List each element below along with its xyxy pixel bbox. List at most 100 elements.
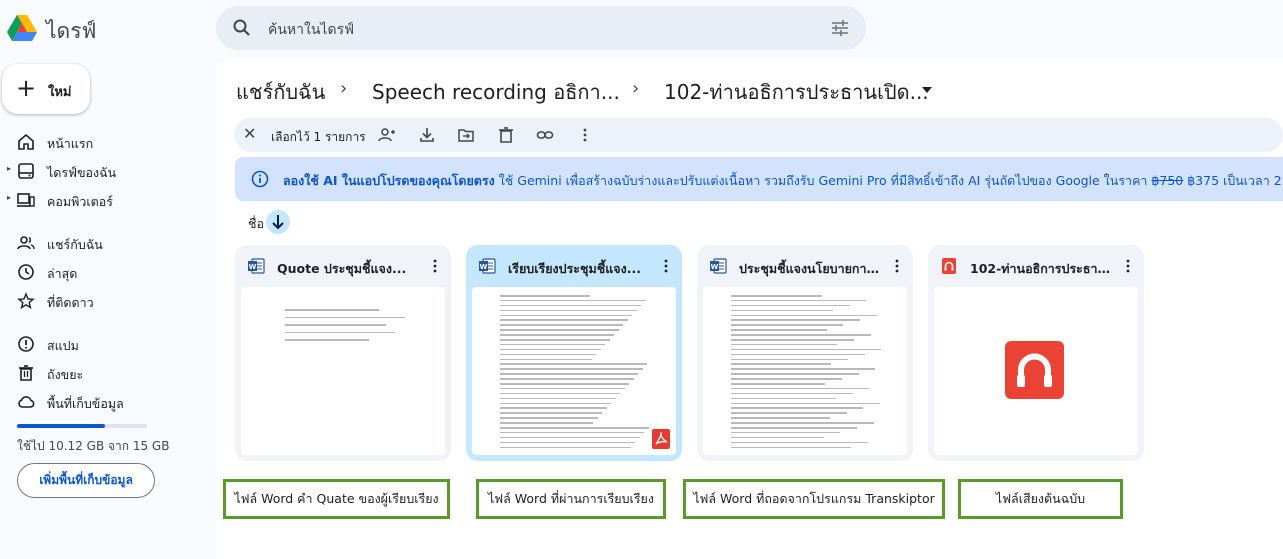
svg-text:W: W [711,263,719,271]
arrow-down-icon [272,215,284,230]
gemini-promo-banner[interactable]: ลองใช้ AI ในแอปโปรดของคุณโดยตรง ใช้ Gemi… [235,157,1283,201]
document-text-line [500,329,619,331]
storage-progress-fill [17,424,105,428]
document-text-line [500,353,596,356]
delete-trash-icon[interactable] [497,126,515,144]
more-options-icon[interactable] [1120,256,1136,276]
search-icon [233,19,250,36]
file-name: Quote ประชุมชี้แจง... [277,261,407,276]
dropdown-arrow-icon[interactable] [921,86,933,94]
document-text-line [731,353,865,356]
spam-icon [18,336,34,352]
document-text-line [731,417,830,419]
link-icon[interactable] [536,126,554,144]
document-text-line [500,431,644,434]
computer-icon [17,193,35,207]
sort-label[interactable]: ชื่อ [248,214,264,234]
document-text-line [500,441,635,444]
more-options-icon[interactable] [889,256,905,276]
document-text-line [500,378,634,380]
file-thumbnail [934,287,1138,455]
star-icon [17,292,35,309]
sidebar-item-computers[interactable]: ▸ คอมพิวเตอร์ [0,187,200,213]
headphones-icon [1005,341,1064,399]
sort-direction-button[interactable] [266,210,290,234]
document-text-line [500,309,637,312]
annotation-label: ไฟล์ Word ที่ผ่านการเรียบเรียง [476,479,666,519]
breadcrumb-item[interactable]: Speech recording อธิกา... [372,76,620,108]
document-text-line [731,392,853,395]
document-text-line [731,309,833,312]
share-add-person-icon[interactable] [378,126,396,144]
move-to-folder-icon[interactable] [457,126,475,144]
more-options-icon[interactable] [658,256,674,276]
document-text-line [500,392,620,395]
document-text-line [731,363,832,365]
info-icon [251,170,269,188]
document-text-line [500,304,641,307]
file-card[interactable]: 102-ท่านอธิการประธานเ... [928,245,1144,461]
document-text-line [731,387,870,390]
expand-arrow-icon[interactable]: ▸ [7,164,11,173]
document-text-line [500,422,593,424]
word-doc-icon: W [710,258,727,274]
sidebar-item-spam[interactable]: สแปม [0,331,200,357]
download-icon[interactable] [418,126,436,144]
sidebar-item-storage[interactable]: พื้นที่เก็บข้อมูล [0,389,200,415]
more-options-icon[interactable] [427,256,443,276]
sidebar-item-my-drive[interactable]: ▸ ไดรฟ์ของฉัน [0,158,200,184]
sidebar-item-label: ล่าสุด [47,266,78,281]
sidebar-item-label: ที่ติดดาว [47,295,94,310]
file-card-selected[interactable]: W เรียบเรียงประชุมชี้แจง... [466,245,682,461]
search-input[interactable]: ค้นหาในไดรฟ์ [268,19,354,41]
file-card[interactable]: W Quote ประชุมชี้แจง... [235,245,451,461]
document-text-line [500,295,590,297]
document-text-line [731,304,850,307]
word-doc-icon: W [248,258,265,274]
document-text-line [731,402,880,405]
sidebar-item-home[interactable]: หน้าแรก [0,129,200,155]
document-text-line [731,412,847,414]
clear-selection-close-icon[interactable]: ✕ [243,124,256,143]
document-text-line [731,319,861,321]
document-text-line [731,446,852,449]
document-text-line [500,334,614,336]
search-bar[interactable]: ค้นหาในไดรฟ์ [216,6,866,50]
document-text-line [731,427,858,429]
document-text-line [500,412,602,414]
document-text-line [500,363,647,365]
pdf-icon [652,429,670,449]
svg-text:W: W [249,263,257,271]
document-text-line [500,299,646,302]
sidebar-item-recent[interactable]: ล่าสุด [0,259,200,285]
expand-arrow-icon[interactable]: ▸ [7,193,11,202]
get-more-storage-button[interactable]: เพิ่มพื้นที่เก็บข้อมูล [17,463,155,498]
document-text-line [731,373,859,375]
file-card[interactable]: W ประชุมชี้แจงนโยบายการจั... [697,245,913,461]
document-text-line [500,319,628,321]
document-text-line [731,324,844,326]
sidebar-item-starred[interactable]: ที่ติดดาว [0,288,200,314]
document-text-line [500,397,616,400]
annotation-label: ไฟล์ Word ที่ถอดจากโปรแกรม Transkiptor [683,479,945,519]
sidebar-item-trash[interactable]: ถังขยะ [0,360,200,386]
document-text-line [500,436,640,439]
sidebar-item-shared[interactable]: แชร์กับฉัน [0,230,200,256]
home-icon [18,133,34,150]
document-text-line [731,358,849,361]
document-text-line [500,314,632,317]
document-text-line [731,441,868,444]
new-button[interactable]: + ใหม่ [2,64,90,114]
search-options-icon[interactable] [830,19,850,37]
more-options-icon[interactable] [576,126,594,144]
document-text-line [500,402,611,405]
document-text-line [731,295,823,297]
document-text-line [731,397,836,400]
drive-icon [18,163,34,179]
drive-logo-icon[interactable] [6,12,38,44]
breadcrumb-item[interactable]: แชร์กับฉัน [236,76,325,108]
people-icon [17,236,35,250]
document-text-line [500,339,610,341]
breadcrumb-current[interactable]: 102-ท่านอธิการประธานเปิด... [664,76,929,108]
app-title: ไดรฟ์ [46,19,97,43]
